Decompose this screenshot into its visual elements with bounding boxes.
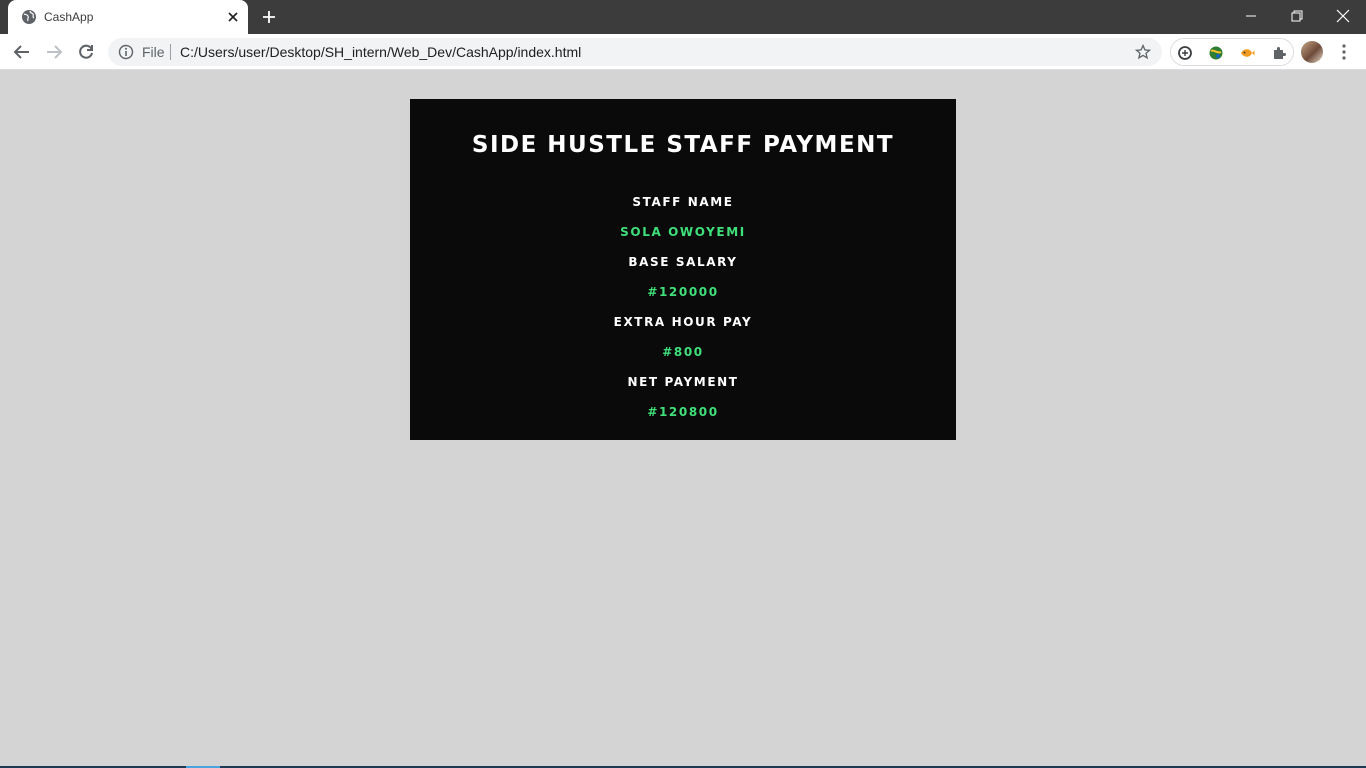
tab-cashapp[interactable]: CashApp [8,0,248,34]
reload-icon[interactable] [77,43,95,61]
forward-arrow-icon[interactable] [45,43,63,61]
page-viewport: SIDE HUSTLE STAFF PAYMENT STAFF NAME SOL… [0,70,1366,766]
menu-kebab-icon[interactable] [1336,43,1352,61]
minimize-icon[interactable] [1243,8,1259,24]
restore-icon[interactable] [1289,8,1305,24]
extra-hour-pay-value: #800 [662,345,704,359]
tab-strip: CashApp [0,0,1366,34]
tab-title: CashApp [44,10,94,24]
file-scheme-label: File [142,44,165,60]
address-bar[interactable]: File C:/Users/user/Desktop/SH_intern/Web… [108,38,1162,66]
puzzle-extensions-icon[interactable] [1271,45,1287,61]
bookmark-star-icon[interactable] [1135,44,1151,60]
base-salary-label: BASE SALARY [628,255,738,269]
back-arrow-icon[interactable] [13,43,31,61]
payment-card: SIDE HUSTLE STAFF PAYMENT STAFF NAME SOL… [410,99,956,440]
extra-hour-pay-label: EXTRA HOUR PAY [613,315,753,329]
base-salary-value: #120000 [647,285,719,299]
globe-icon [22,10,36,24]
new-tab-icon[interactable] [261,9,277,25]
browser-toolbar: File C:/Users/user/Desktop/SH_intern/Web… [0,34,1366,70]
net-payment-label: NET PAYMENT [627,375,739,389]
fish-extension-icon[interactable] [1239,45,1255,61]
profile-avatar[interactable] [1301,41,1323,63]
sync-extension-icon[interactable] [1177,45,1193,61]
extensions-tray [1170,38,1294,66]
close-window-icon[interactable] [1335,8,1351,24]
globe-extension-icon[interactable] [1208,45,1224,61]
address-separator [170,44,171,60]
staff-name-label: STAFF NAME [632,195,734,209]
close-tab-icon[interactable] [226,10,240,24]
url-text[interactable]: C:/Users/user/Desktop/SH_intern/Web_Dev/… [180,44,581,60]
staff-name-value: SOLA OWOYEMI [620,225,746,239]
info-icon[interactable] [118,44,134,60]
page-title: SIDE HUSTLE STAFF PAYMENT [471,132,895,158]
net-payment-value: #120800 [647,405,719,419]
